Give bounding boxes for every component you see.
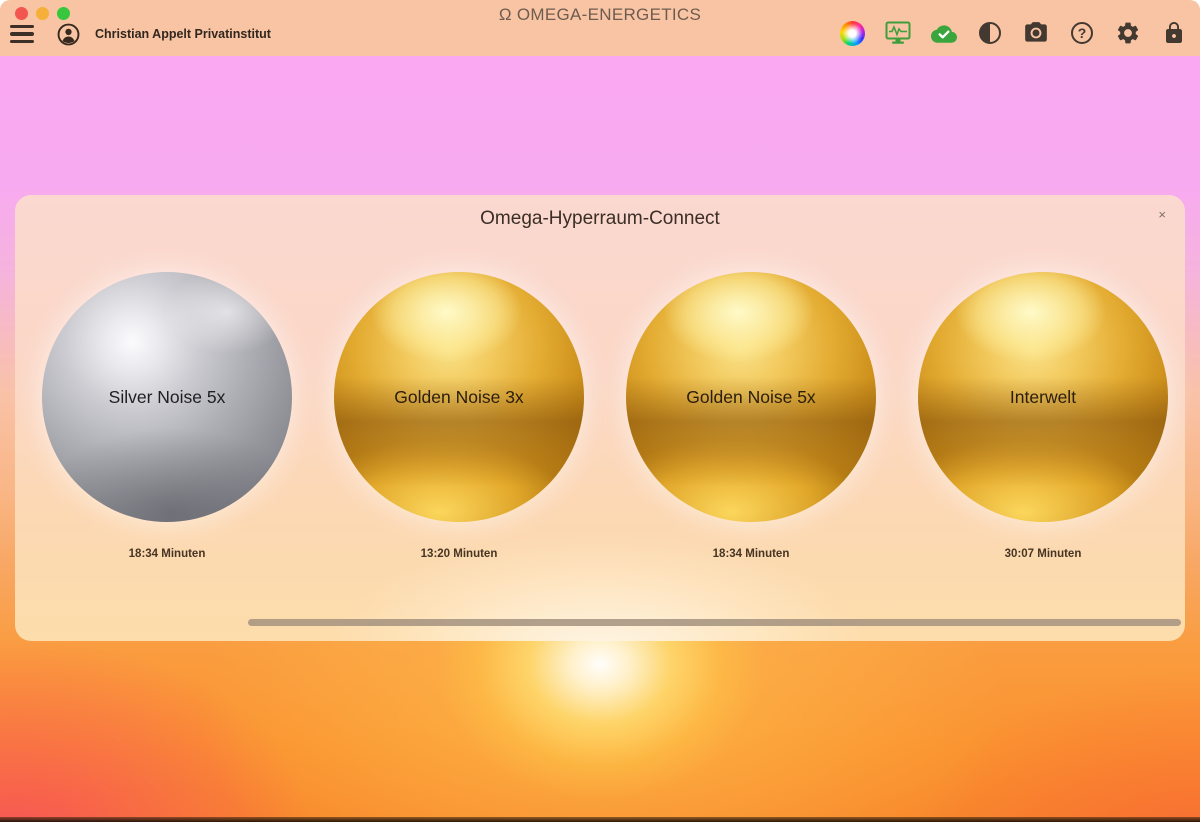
program-sphere-golden-noise-5x[interactable]: Golden Noise 5x (626, 272, 876, 522)
cloud-sync-icon[interactable] (931, 20, 957, 46)
duration-row: 18:34 Minuten 13:20 Minuten 18:34 Minute… (42, 548, 1168, 560)
settings-gear-icon[interactable] (1115, 20, 1141, 46)
sphere-label: Golden Noise 3x (394, 387, 523, 408)
lock-icon[interactable] (1161, 20, 1187, 46)
program-sphere-interwelt[interactable]: Interwelt (918, 272, 1168, 522)
bottom-edge-divider (0, 817, 1200, 822)
activity-monitor-icon[interactable] (885, 20, 911, 46)
program-sphere-golden-noise-3x[interactable]: Golden Noise 3x (334, 272, 584, 522)
help-icon[interactable]: ? (1069, 20, 1095, 46)
contrast-icon[interactable] (977, 20, 1003, 46)
user-name-label: Christian Appelt Privatinstitut (95, 27, 271, 41)
sunset-background: Omega-Hyperraum-Connect × Silver Noise 5… (0, 56, 1200, 822)
titlebar: Ω OMEGA-ENERGETICS Christian Appelt Priv… (0, 0, 1200, 56)
program-sphere-row: Silver Noise 5x Golden Noise 3x Golden N… (42, 272, 1168, 522)
hyperraum-connect-modal: Omega-Hyperraum-Connect × Silver Noise 5… (15, 195, 1185, 641)
duration-label: 13:20 Minuten (334, 548, 584, 560)
modal-title: Omega-Hyperraum-Connect (15, 208, 1185, 230)
sphere-label: Golden Noise 5x (686, 387, 815, 408)
camera-icon[interactable] (1023, 20, 1049, 46)
duration-label: 30:07 Minuten (918, 548, 1168, 560)
color-wheel-icon[interactable] (839, 20, 865, 46)
duration-label: 18:34 Minuten (626, 548, 876, 560)
program-sphere-silver-noise-5x[interactable]: Silver Noise 5x (42, 272, 292, 522)
menu-icon[interactable] (10, 25, 34, 43)
close-icon[interactable]: × (1158, 208, 1166, 221)
titlebar-icon-row: ? (839, 20, 1187, 46)
horizontal-scrollbar[interactable] (248, 619, 1181, 626)
user-avatar-icon[interactable] (55, 21, 81, 47)
duration-label: 18:34 Minuten (42, 548, 292, 560)
app-window: Ω OMEGA-ENERGETICS Christian Appelt Priv… (0, 0, 1200, 822)
sphere-label: Silver Noise 5x (109, 387, 226, 408)
titlebar-left-group: Christian Appelt Privatinstitut (10, 21, 271, 47)
help-glyph: ? (1078, 26, 1087, 40)
sphere-label: Interwelt (1010, 387, 1076, 408)
